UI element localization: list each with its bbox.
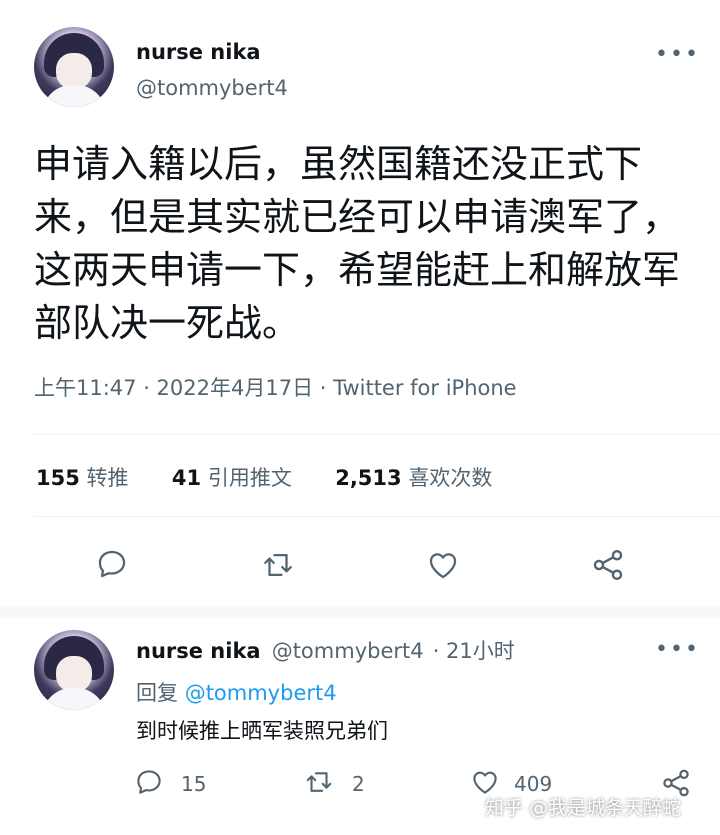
user-handle[interactable]: @tommybert4 — [136, 76, 288, 100]
like-icon[interactable] — [425, 548, 461, 582]
reply-mention-link[interactable]: @tommybert4 — [185, 681, 337, 705]
reply-more-options-icon[interactable]: ••• — [655, 637, 700, 662]
reply-retweet-icon[interactable] — [303, 767, 335, 797]
likes-label[interactable]: 喜欢次数 — [408, 466, 492, 490]
share-icon[interactable] — [590, 547, 626, 583]
reply-user-handle[interactable]: @tommybert4 — [272, 639, 424, 663]
retweets-count[interactable]: 155 — [36, 466, 80, 490]
retweets-label[interactable]: 转推 — [87, 466, 129, 490]
more-options-icon[interactable]: ••• — [655, 42, 700, 67]
retweet-icon[interactable] — [260, 548, 296, 582]
quotes-count[interactable]: 41 — [172, 466, 201, 490]
watermark: 知乎 @我是城条天醉蛇 — [485, 797, 682, 819]
reply-icon[interactable] — [95, 547, 129, 581]
section-separator — [0, 606, 720, 618]
reply-display-name[interactable]: nurse nika — [136, 639, 261, 663]
avatar[interactable] — [34, 27, 114, 107]
reply-reply-icon[interactable] — [134, 767, 164, 797]
replying-to: 回复 @tommybert4 — [136, 677, 337, 707]
reply-avatar[interactable] — [34, 630, 114, 710]
reply-time[interactable]: · 21小时 — [433, 639, 515, 663]
reply-replies-count[interactable]: 15 — [181, 772, 206, 796]
tweet-timestamp[interactable]: 上午11:47 · 2022年4月17日 · Twitter for iPhon… — [34, 372, 517, 402]
likes-count[interactable]: 2,513 — [335, 466, 401, 490]
quotes-label[interactable]: 引用推文 — [208, 466, 292, 490]
reply-prefix: 回复 — [136, 681, 178, 705]
divider — [34, 434, 720, 435]
display-name[interactable]: nurse nika — [136, 40, 261, 64]
reply-header: nurse nika @tommybert4 · 21小时 — [136, 635, 515, 665]
divider — [34, 516, 720, 517]
tweet-text: 申请入籍以后，虽然国籍还没正式下来，但是其实就已经可以申请澳军了，这两天申请一下… — [34, 142, 681, 345]
reply-text: 到时候推上晒军装照兄弟们 — [136, 719, 388, 743]
tweet-stats: 155 转推 41 引用推文 2,513 喜欢次数 — [36, 462, 492, 492]
reply-retweets-count[interactable]: 2 — [352, 772, 365, 796]
